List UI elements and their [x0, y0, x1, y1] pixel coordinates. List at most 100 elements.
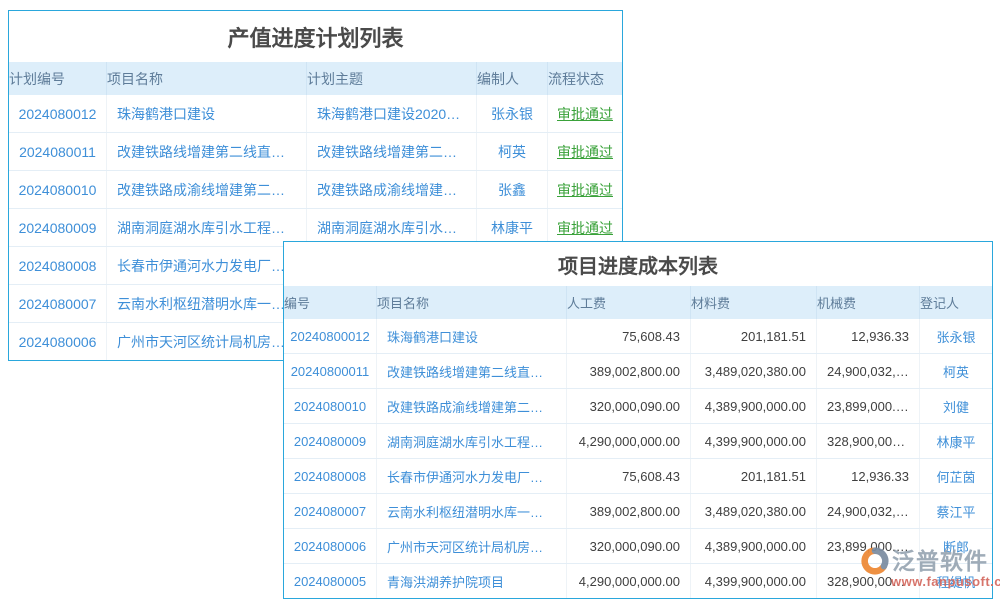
- registrant-link-label: 刘健: [920, 397, 992, 416]
- watermark-brand-text: 泛普软件: [892, 550, 988, 573]
- project-name-link-label: 长春市伊通河水力发电厂改建...: [387, 467, 556, 486]
- table-row: 2024080010改建铁路成渝线增建第二直通... 320,000,090.00…: [284, 388, 992, 423]
- cost-id-link[interactable]: 20240800011: [284, 354, 376, 388]
- project-name-link-label: 珠海鹤港口建设: [387, 327, 556, 346]
- registrant-link[interactable]: 张永银: [919, 319, 992, 353]
- machine-cost-value: 12,936.33: [816, 459, 919, 493]
- cost-id-link-label: 20240800012: [284, 329, 376, 344]
- fanpu-swirl-logo-icon: [860, 546, 890, 576]
- material-cost-value: 4,389,900,000.00: [690, 529, 816, 563]
- project-name-link-label: 改建铁路线增建第二线直通线...: [387, 362, 556, 381]
- project-name-link[interactable]: 改建铁路成渝线增建第二直...: [106, 171, 306, 208]
- material-cost-value: 3,489,020,380.00: [690, 494, 816, 528]
- project-name-link[interactable]: 云南水利枢纽潜明水库一期...: [106, 285, 306, 322]
- labor-cost-value-label: 75,608.43: [577, 329, 680, 344]
- cost-id-link[interactable]: 2024080005: [284, 564, 376, 598]
- project-name-link-label: 珠海鹤港口建设: [117, 104, 296, 124]
- table-row: 2024080012 珠海鹤港口建设珠海鹤港口建设2020年...张永银审批通过: [9, 95, 622, 132]
- plan-id-link[interactable]: 2024080010: [9, 171, 106, 208]
- project-name-link[interactable]: 珠海鹤港口建设: [376, 319, 566, 353]
- compiler-link[interactable]: 张永银: [476, 95, 547, 132]
- table-row: 2024080007云南水利枢纽潜明水库一期工...389,002,800.00…: [284, 493, 992, 528]
- project-name-link[interactable]: 湖南洞庭湖水库引水工程施...: [106, 209, 306, 246]
- status-link[interactable]: 审批通过: [547, 95, 622, 132]
- project-name-link[interactable]: 云南水利枢纽潜明水库一期工...: [376, 494, 566, 528]
- column-header: 登记人: [919, 286, 992, 319]
- column-header-label: 材料费: [691, 293, 816, 312]
- labor-cost-value: 75,608.43: [566, 459, 690, 493]
- cost-id-link[interactable]: 2024080008: [284, 459, 376, 493]
- project-name-link[interactable]: 改建铁路成渝线增建第二直通...: [376, 389, 566, 423]
- material-cost-value: 201,181.51: [690, 319, 816, 353]
- project-name-link[interactable]: 湖南洞庭湖水库引水工程施工...: [376, 424, 566, 458]
- plan-theme-link[interactable]: 珠海鹤港口建设2020年...: [306, 95, 476, 132]
- column-header-label: 登记人: [920, 293, 992, 312]
- plan-id-link-label: 2024080011: [9, 144, 106, 160]
- plan-table-header: 计划编号项目名称计划主题编制人流程状态: [9, 62, 622, 95]
- cost-id-link[interactable]: 20240800012: [284, 319, 376, 353]
- project-name-link[interactable]: 长春市伊通河水力发电厂改...: [106, 247, 306, 284]
- material-cost-value-label: 201,181.51: [701, 469, 806, 484]
- machine-cost-value-label: 23,899,000.00: [827, 399, 909, 414]
- column-header: 流程状态: [547, 62, 622, 95]
- compiler-link-label: 张永银: [477, 104, 547, 124]
- column-header-label: 人工费: [567, 293, 690, 312]
- table-row: 2024080009湖南洞庭湖水库引水工程施工...4,290,000,000.…: [284, 423, 992, 458]
- compiler-link-label: 林康平: [477, 218, 547, 238]
- labor-cost-value-label: 4,290,000,000.00: [577, 574, 680, 589]
- plan-id-link[interactable]: 2024080008: [9, 247, 106, 284]
- column-header: 人工费: [566, 286, 690, 319]
- project-name-link[interactable]: 改建铁路线增建第二线直通...: [106, 133, 306, 170]
- labor-cost-value-label: 320,000,090.00: [577, 399, 680, 414]
- material-cost-value-label: 4,399,900,000.00: [701, 434, 806, 449]
- cost-id-link-label: 2024080009: [284, 434, 376, 449]
- material-cost-value: 4,389,900,000.00: [690, 389, 816, 423]
- compiler-link[interactable]: 张鑫: [476, 171, 547, 208]
- column-header-label: 计划编号: [9, 69, 106, 89]
- compiler-link[interactable]: 柯英: [476, 133, 547, 170]
- machine-cost-value: 24,900,032,80...: [816, 354, 919, 388]
- labor-cost-value: 320,000,090.00: [566, 389, 690, 423]
- registrant-link[interactable]: 蔡江平: [919, 494, 992, 528]
- cost-id-link[interactable]: 2024080006: [284, 529, 376, 563]
- compiler-link-label: 柯英: [477, 142, 547, 162]
- plan-id-link[interactable]: 2024080006: [9, 323, 106, 360]
- plan-theme-link-label: 改建铁路成渝线增建第...: [317, 180, 466, 200]
- table-row: 20240800012珠海鹤港口建设75,608.43201,181.5112,…: [284, 319, 992, 353]
- plan-id-link[interactable]: 2024080012: [9, 95, 106, 132]
- status-link[interactable]: 审批通过: [547, 133, 622, 170]
- project-name-link[interactable]: 广州市天河区统计局机房改...: [106, 323, 306, 360]
- plan-theme-link[interactable]: 改建铁路成渝线增建第...: [306, 171, 476, 208]
- fanpu-watermark: 泛普软件 www.fanpusoft.com: [860, 546, 1000, 588]
- project-name-link[interactable]: 青海洪湖养护院项目: [376, 564, 566, 598]
- material-cost-value: 4,399,900,000.00: [690, 424, 816, 458]
- plan-theme-link[interactable]: 改建铁路线增建第二线...: [306, 133, 476, 170]
- plan-id-link[interactable]: 2024080007: [9, 285, 106, 322]
- registrant-link[interactable]: 林康平: [919, 424, 992, 458]
- cost-id-link[interactable]: 2024080007: [284, 494, 376, 528]
- cost-id-link[interactable]: 2024080010: [284, 389, 376, 423]
- registrant-link-label: 张永银: [920, 327, 992, 346]
- project-name-link-label: 广州市天河区统计局机房改造...: [387, 537, 556, 556]
- table-row: 2024080010 改建铁路成渝线增建第二直... 改建铁路成渝线增建第... 张鑫…: [9, 170, 622, 208]
- column-header: 项目名称: [376, 286, 566, 319]
- labor-cost-value-label: 389,002,800.00: [577, 364, 680, 379]
- project-name-link-label: 改建铁路线增建第二线直通...: [117, 142, 296, 162]
- column-header: 编制人: [476, 62, 547, 95]
- project-name-link[interactable]: 广州市天河区统计局机房改造...: [376, 529, 566, 563]
- status-link[interactable]: 审批通过: [547, 171, 622, 208]
- plan-id-link-label: 2024080012: [9, 106, 106, 122]
- project-name-link[interactable]: 珠海鹤港口建设: [106, 95, 306, 132]
- material-cost-value-label: 4,399,900,000.00: [701, 574, 806, 589]
- plan-id-link[interactable]: 2024080011: [9, 133, 106, 170]
- registrant-link[interactable]: 刘健: [919, 389, 992, 423]
- column-header-label: 流程状态: [548, 69, 622, 89]
- plan-id-link[interactable]: 2024080009: [9, 209, 106, 246]
- material-cost-value-label: 4,389,900,000.00: [701, 399, 806, 414]
- registrant-link[interactable]: 柯英: [919, 354, 992, 388]
- registrant-link[interactable]: 何芷茵: [919, 459, 992, 493]
- project-name-link[interactable]: 改建铁路线增建第二线直通线...: [376, 354, 566, 388]
- cost-id-link[interactable]: 2024080009: [284, 424, 376, 458]
- project-name-link[interactable]: 长春市伊通河水力发电厂改建...: [376, 459, 566, 493]
- project-name-link-label: 改建铁路成渝线增建第二直...: [117, 180, 296, 200]
